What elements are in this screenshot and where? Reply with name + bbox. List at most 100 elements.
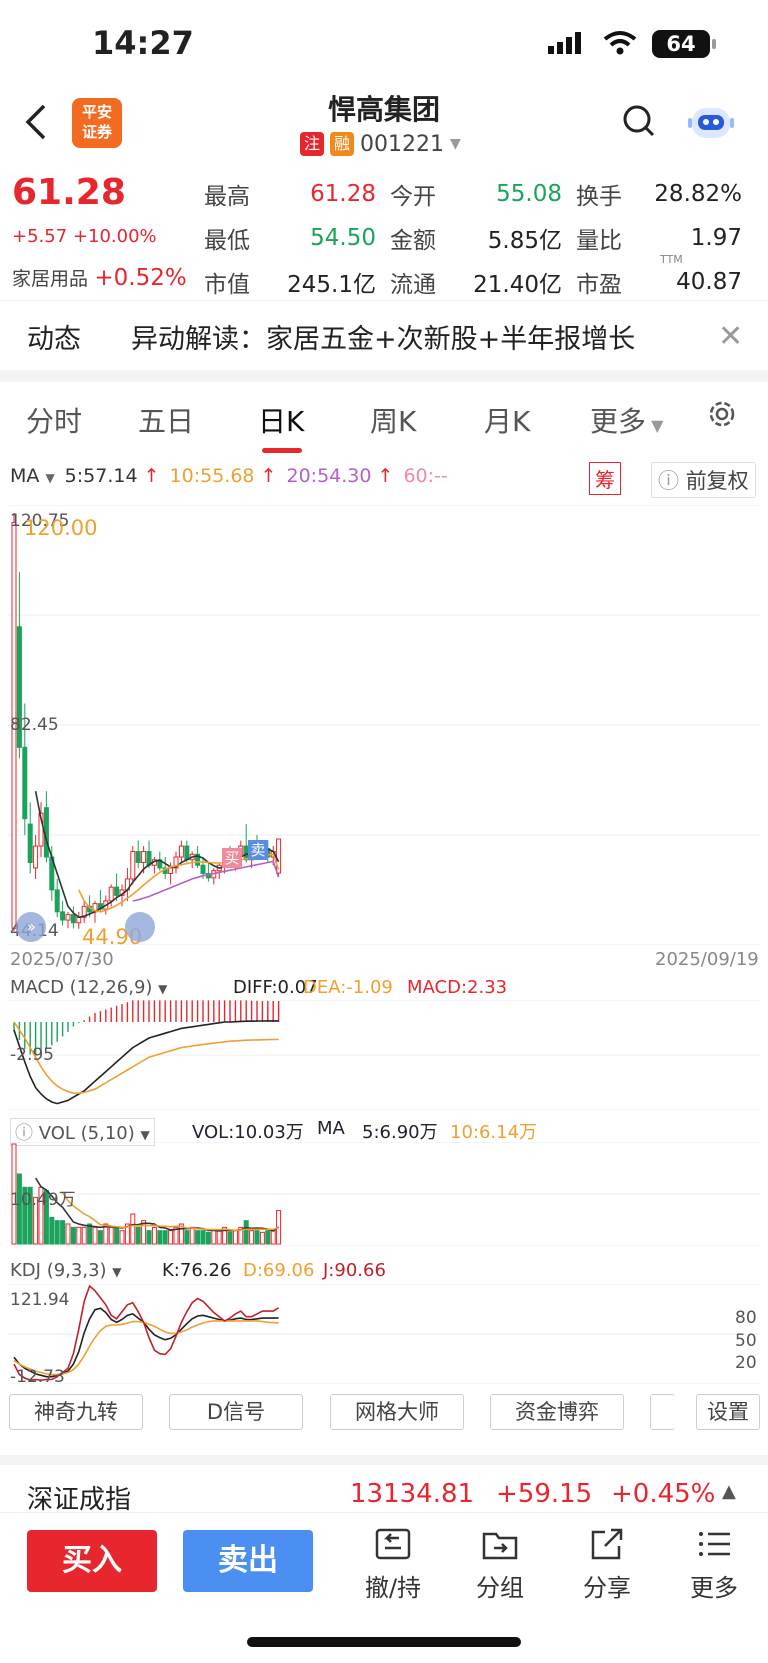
- macd-selector[interactable]: MACD (12,26,9) ▼: [10, 977, 167, 998]
- kdj-k: K:76.26: [162, 1260, 232, 1281]
- candle-body: [168, 867, 174, 874]
- cancel-hold-icon: [375, 1528, 411, 1560]
- candlestick-chart[interactable]: [0, 505, 768, 945]
- volume-bar: [265, 1230, 271, 1245]
- volume-bar: [146, 1230, 152, 1245]
- tool-grid-master[interactable]: 网格大师: [330, 1394, 464, 1430]
- tool-capital-game[interactable]: 资金博弈: [490, 1394, 624, 1430]
- tab-5day[interactable]: 五日: [138, 400, 194, 440]
- volume-bar: [157, 1230, 163, 1245]
- list-icon: [699, 1532, 730, 1556]
- high-marker: 120.00: [24, 516, 98, 540]
- search-icon[interactable]: [622, 104, 656, 142]
- candle-body: [130, 851, 136, 880]
- volume-bar: [65, 1223, 71, 1245]
- candle-body: [135, 851, 141, 863]
- cancel-hold-button[interactable]: 撤/持: [348, 1524, 438, 1603]
- ma-legend: MA ▼ 5:57.14 ↑ 10:55.68 ↑ 20:54.30 ↑ 60:…: [10, 465, 448, 487]
- volume-chart[interactable]: [0, 1142, 768, 1246]
- candle-body: [108, 886, 114, 902]
- signal-icon: [548, 32, 588, 60]
- tab-daily-k[interactable]: 日K: [258, 400, 304, 440]
- candle-body: [200, 864, 206, 874]
- group-button[interactable]: 分组: [455, 1524, 545, 1603]
- macd-value: MACD:2.33: [407, 977, 508, 998]
- share-button[interactable]: 分享: [562, 1524, 652, 1603]
- index-change: +59.15: [496, 1479, 593, 1509]
- robot-assistant-icon[interactable]: [686, 100, 736, 148]
- volume-bar: [151, 1226, 157, 1245]
- volume-bar: [49, 1216, 55, 1245]
- settings-gear-icon[interactable]: [706, 398, 738, 437]
- sector-info[interactable]: 家居用品 +0.52%: [12, 264, 187, 291]
- sell-signal-tag: 卖: [248, 840, 268, 860]
- volume-bar: [92, 1226, 98, 1245]
- macd-chart[interactable]: [0, 1000, 768, 1110]
- volume-bar: [70, 1226, 76, 1245]
- tab-monthly-k[interactable]: 月K: [484, 400, 530, 440]
- battery-cap: [712, 39, 716, 49]
- chart-tabs: 分时 五日 日K 周K 月K 更多 ▼: [0, 392, 768, 453]
- kdj-chart[interactable]: [0, 1284, 768, 1384]
- stock-code-selector[interactable]: 注 融 001221 ▼: [300, 130, 461, 158]
- stock-code: 001221: [360, 131, 444, 157]
- kdj-selector[interactable]: KDJ (9,3,3) ▼: [10, 1260, 122, 1281]
- tool-settings[interactable]: 设置: [696, 1394, 760, 1430]
- volume-bar: [54, 1220, 60, 1245]
- volume-bar: [184, 1230, 190, 1245]
- ma-selector[interactable]: MA ▼: [10, 465, 55, 487]
- candle-body: [27, 823, 33, 863]
- chip-distribution-button[interactable]: 筹: [589, 462, 621, 495]
- more-button[interactable]: 更多: [669, 1524, 759, 1603]
- volume-bar: [135, 1226, 141, 1245]
- expand-up-icon[interactable]: ▲: [722, 1481, 736, 1502]
- volume-bar: [189, 1226, 195, 1245]
- scroll-left-icon[interactable]: »: [16, 912, 46, 942]
- adjust-button[interactable]: ⓘ 前复权: [651, 462, 756, 498]
- candle-body: [70, 914, 76, 924]
- candle-body: [33, 845, 39, 869]
- divider: [0, 370, 768, 382]
- ttm-label: TTM: [660, 253, 683, 266]
- tool-d-signal[interactable]: D信号: [169, 1394, 303, 1430]
- index-value: 13134.81: [350, 1479, 475, 1509]
- volume-bar: [200, 1230, 206, 1245]
- kdj-j: J:90.66: [323, 1260, 386, 1281]
- tool-magic-nine[interactable]: 神奇九转: [9, 1394, 143, 1430]
- buy-button[interactable]: 买入: [27, 1530, 157, 1592]
- candle-body: [65, 914, 71, 921]
- news-strip[interactable]: 动态 异动解读：家居五金+次新股+半年报增长 ✕: [0, 300, 768, 371]
- folder-icon: [482, 1532, 518, 1560]
- candle-body: [114, 886, 120, 896]
- vol-ma10: 10:6.14万: [450, 1122, 538, 1143]
- close-icon[interactable]: ✕: [718, 319, 743, 354]
- candle-body: [141, 851, 147, 863]
- volume-bar: [254, 1230, 260, 1245]
- kdj-ref-80: 80: [735, 1308, 757, 1328]
- vol-value: VOL:10.03万: [192, 1122, 304, 1143]
- candle-body: [22, 746, 28, 820]
- volume-bar: [232, 1230, 238, 1245]
- tab-weekly-k[interactable]: 周K: [370, 400, 416, 440]
- quote-grid: 最高 61.28 今开 55.08 换手 28.82% 最低 54.50 金额 5.85亿…: [204, 181, 742, 298]
- margin-tag: 融: [330, 132, 354, 156]
- tool-partial[interactable]: [650, 1394, 675, 1430]
- caret-down-icon: ▼: [449, 136, 461, 152]
- volume-bar: [249, 1230, 255, 1245]
- tab-more[interactable]: 更多 ▼: [590, 400, 663, 440]
- candle-body: [60, 911, 66, 921]
- zoom-handle[interactable]: [125, 912, 155, 942]
- volume-bar: [60, 1220, 66, 1245]
- sell-button[interactable]: 卖出: [183, 1530, 313, 1592]
- last-price: 61.28: [12, 172, 126, 213]
- kdj-ref-20: 20: [735, 1353, 757, 1373]
- news-text: 异动解读：家居五金+次新股+半年报增长: [131, 323, 636, 355]
- tab-intraday[interactable]: 分时: [26, 400, 82, 440]
- volume-bar: [130, 1213, 136, 1245]
- volume-bar: [243, 1220, 249, 1245]
- price-change: +5.57 +10.00%: [12, 226, 157, 247]
- home-indicator: [247, 1637, 521, 1647]
- candle-body: [184, 845, 190, 861]
- index-pct: +0.45%: [611, 1479, 716, 1509]
- macd-dea: DEA:-1.09: [303, 977, 393, 998]
